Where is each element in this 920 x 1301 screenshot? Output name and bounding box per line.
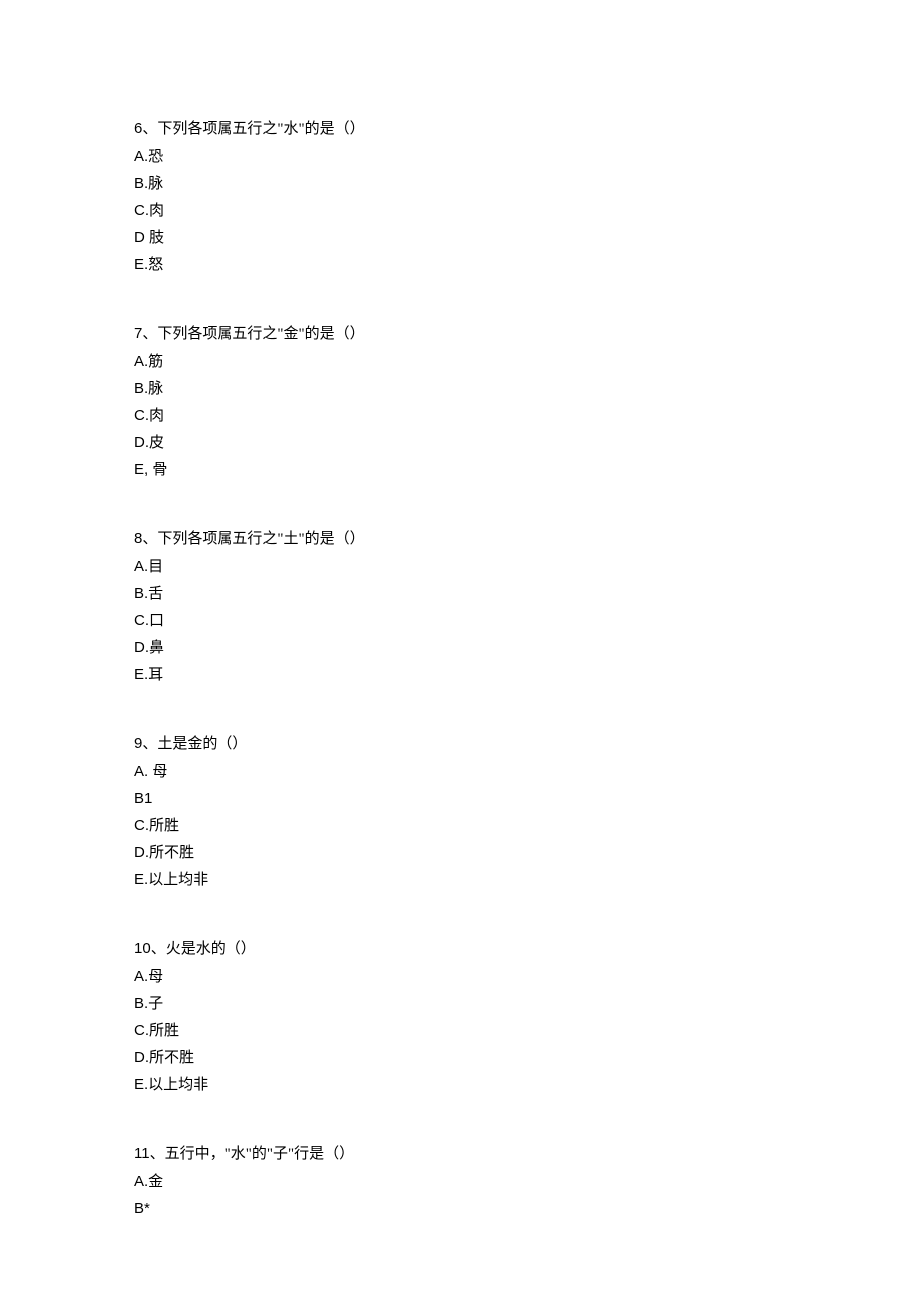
option-d: D.所不胜	[134, 1044, 394, 1071]
option-e: E.耳	[134, 661, 394, 688]
option-e: E.以上均非	[134, 1071, 394, 1098]
option-c: C.所胜	[134, 1017, 394, 1044]
option-c: C.所胜	[134, 812, 394, 839]
option-d: D 肢	[134, 224, 394, 251]
option-b: B*	[134, 1195, 394, 1222]
option-a: A. 母	[134, 758, 394, 785]
question-8: 8、下列各项属五行之"土"的是（） A.目 B.舌 C.口 D.鼻 E.耳	[134, 525, 394, 688]
option-e: E.以上均非	[134, 866, 394, 893]
option-c: C.肉	[134, 197, 394, 224]
option-b: B.脉	[134, 375, 394, 402]
question-11: 11、五行中，"水"的"子"行是（） A.金 B*	[134, 1140, 394, 1222]
option-a: A.恐	[134, 143, 394, 170]
option-b: B.子	[134, 990, 394, 1017]
question-stem: 、五行中，"水"的"子"行是（）	[150, 1146, 355, 1162]
question-stem: 、土是金的（）	[142, 736, 247, 752]
option-c: C.口	[134, 607, 394, 634]
option-c: C.肉	[134, 402, 394, 429]
option-b: B.脉	[134, 170, 394, 197]
option-a: A.母	[134, 963, 394, 990]
question-number: 11	[134, 1145, 150, 1162]
question-stem: 、下列各项属五行之"土"的是（）	[142, 531, 364, 547]
question-text: 6、下列各项属五行之"水"的是（）	[134, 115, 394, 143]
question-6: 6、下列各项属五行之"水"的是（） A.恐 B.脉 C.肉 D 肢 E.怒	[134, 115, 394, 278]
option-a: A.目	[134, 553, 394, 580]
question-stem: 、下列各项属五行之"金"的是（）	[142, 326, 364, 342]
option-b: B.舌	[134, 580, 394, 607]
question-text: 10、火是水的（）	[134, 935, 394, 963]
question-text: 7、下列各项属五行之"金"的是（）	[134, 320, 394, 348]
question-text: 11、五行中，"水"的"子"行是（）	[134, 1140, 394, 1168]
option-d: D.鼻	[134, 634, 394, 661]
question-10: 10、火是水的（） A.母 B.子 C.所胜 D.所不胜 E.以上均非	[134, 935, 394, 1098]
option-d: D.皮	[134, 429, 394, 456]
option-d: D.所不胜	[134, 839, 394, 866]
option-e: E, 骨	[134, 456, 394, 483]
question-stem: 、火是水的（）	[151, 941, 256, 957]
question-number: 10	[134, 940, 151, 957]
question-7: 7、下列各项属五行之"金"的是（） A.筋 B.脉 C.肉 D.皮 E, 骨	[134, 320, 394, 483]
question-stem: 、下列各项属五行之"水"的是（）	[142, 121, 364, 137]
page-content: 6、下列各项属五行之"水"的是（） A.恐 B.脉 C.肉 D 肢 E.怒 7、…	[0, 0, 920, 1222]
option-a: A.金	[134, 1168, 394, 1195]
question-text: 9、土是金的（）	[134, 730, 394, 758]
option-a: A.筋	[134, 348, 394, 375]
question-text: 8、下列各项属五行之"土"的是（）	[134, 525, 394, 553]
option-b: B1	[134, 785, 394, 812]
question-9: 9、土是金的（） A. 母 B1 C.所胜 D.所不胜 E.以上均非	[134, 730, 394, 893]
option-e: E.怒	[134, 251, 394, 278]
